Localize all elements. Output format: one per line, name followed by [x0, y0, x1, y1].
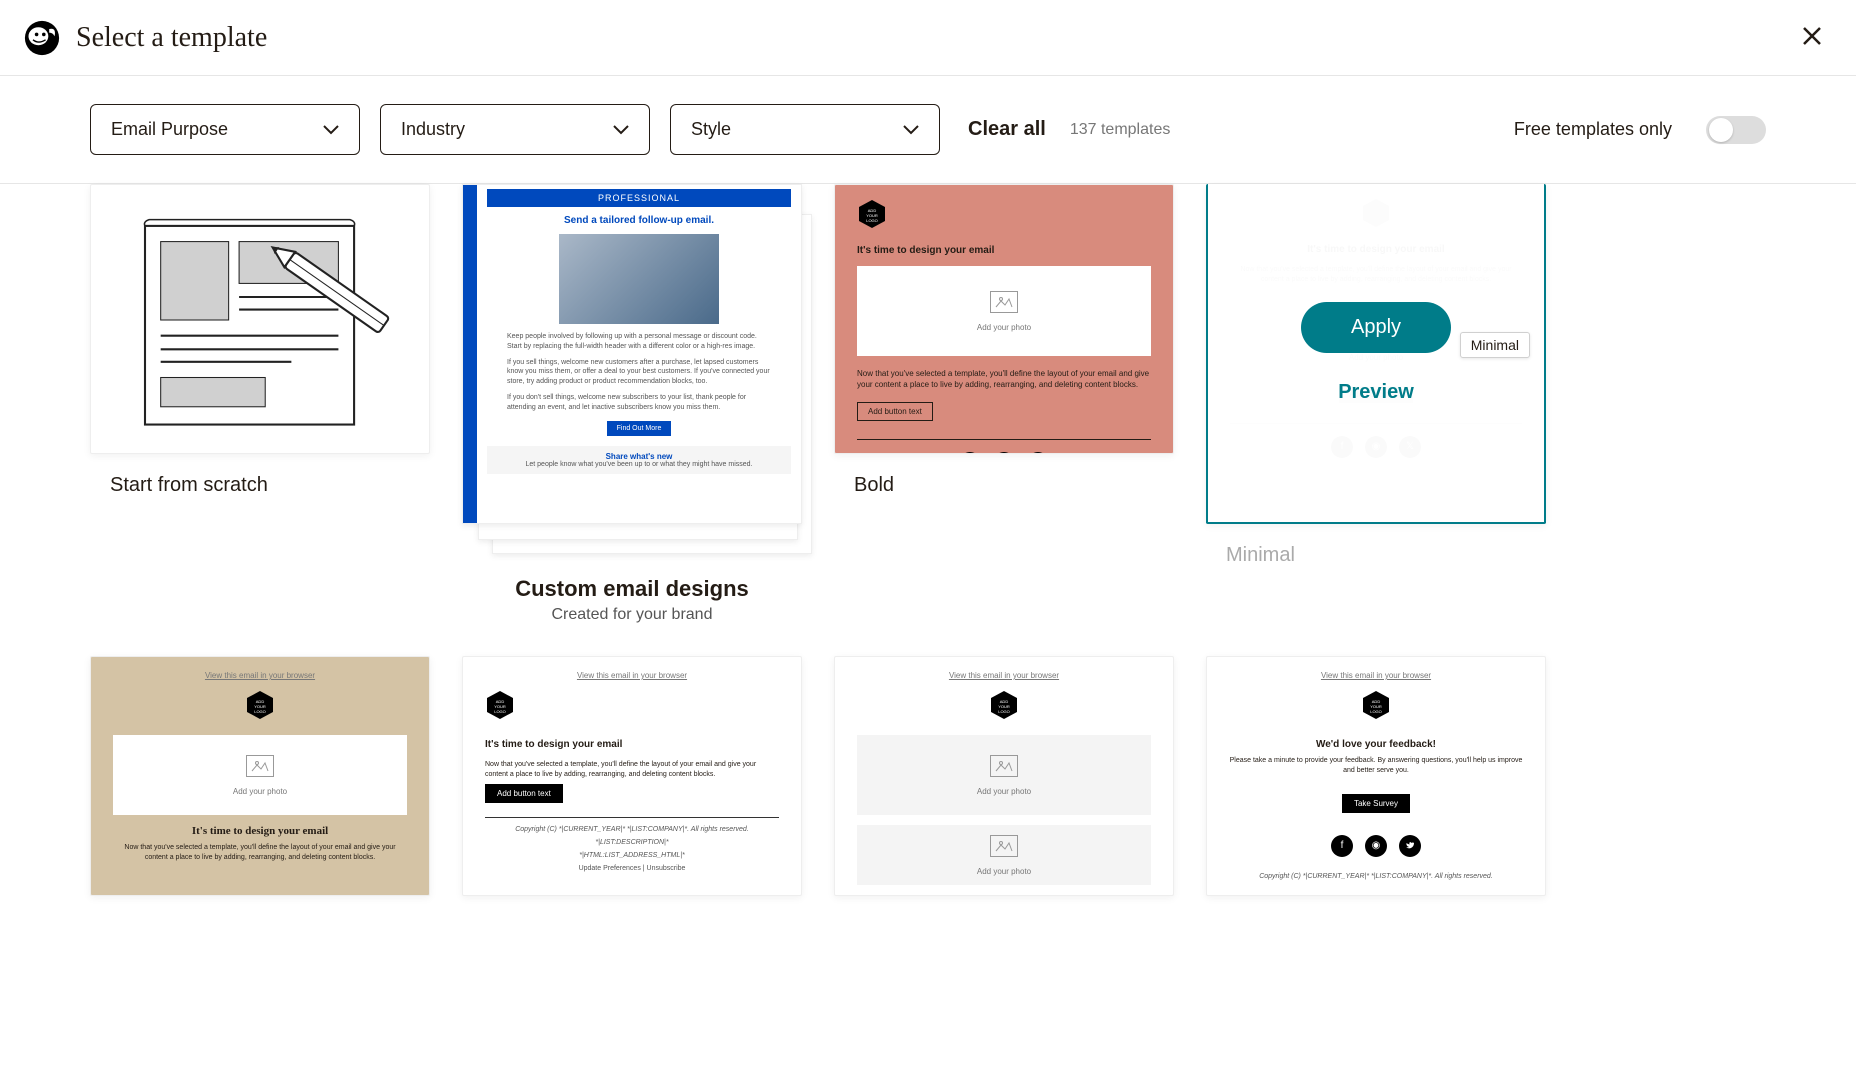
hexagon-logo-icon: ADDYOURLOGO	[857, 199, 887, 229]
instagram-icon: ◉	[1365, 835, 1387, 857]
card-label: Bold	[834, 454, 1174, 521]
view-in-browser-link: View this email in your browser	[857, 671, 1151, 680]
page-title: Select a template	[76, 22, 1792, 54]
template-card-custom[interactable]: PROFESSIONAL Send a tailored follow-up e…	[462, 184, 802, 624]
free-templates-toggle[interactable]	[1706, 116, 1766, 144]
twitter-icon	[1027, 452, 1049, 454]
mailchimp-logo	[24, 20, 60, 56]
template-card-scratch[interactable]: Start from scratch	[90, 184, 430, 624]
filter-bar: Email Purpose Industry Style Clear all 1…	[0, 76, 1856, 184]
image-placeholder-icon	[990, 291, 1018, 313]
hexagon-logo-icon: ADDYOURLOGO	[485, 690, 515, 720]
card-label: Minimal	[1206, 524, 1546, 591]
take-survey-button: Take Survey	[1342, 794, 1410, 813]
preview-image	[559, 234, 719, 324]
add-button-text: Add button text	[485, 784, 563, 803]
toggle-knob	[1709, 118, 1733, 142]
free-templates-label: Free templates only	[1514, 119, 1672, 140]
social-icons: f ◉	[857, 452, 1151, 454]
dropdown-email-purpose[interactable]: Email Purpose	[90, 104, 360, 155]
svg-text:LOGO: LOGO	[866, 218, 878, 223]
instagram-icon: ◉	[993, 452, 1015, 454]
template-card-feedback[interactable]: View this email in your browser ADDYOURL…	[1206, 656, 1546, 896]
hexagon-logo-icon: ADDYOURLOGO	[1361, 690, 1391, 720]
chevron-down-icon	[613, 125, 629, 135]
template-card-simple[interactable]: View this email in your browser ADDYOURL…	[462, 656, 802, 896]
svg-text:LOGO: LOGO	[1370, 709, 1382, 714]
twitter-icon	[1399, 835, 1421, 857]
facebook-icon: f	[959, 452, 981, 454]
find-out-more-button: Find Out More	[607, 421, 672, 436]
professional-banner: PROFESSIONAL	[487, 189, 791, 207]
image-placeholder-icon	[990, 755, 1018, 777]
dropdown-industry[interactable]: Industry	[380, 104, 650, 155]
svg-text:LOGO: LOGO	[998, 709, 1010, 714]
close-button[interactable]	[1792, 16, 1832, 59]
card-label: Start from scratch	[90, 454, 430, 521]
svg-text:LOGO: LOGO	[254, 709, 266, 714]
view-in-browser-link: View this email in your browser	[1229, 671, 1523, 680]
template-count: 137 templates	[1070, 121, 1171, 139]
view-in-browser-link: View this email in your browser	[113, 671, 407, 680]
clear-all-button[interactable]: Clear all	[968, 118, 1046, 141]
apply-button[interactable]: Apply	[1301, 302, 1451, 353]
template-card-bold[interactable]: ADDYOURLOGO It's time to design your ema…	[834, 184, 1174, 624]
hexagon-logo-icon: ADDYOURLOGO	[245, 690, 275, 720]
chevron-down-icon	[903, 125, 919, 135]
share-heading: Share what's new Let people know what yo…	[487, 446, 791, 474]
hexagon-logo-icon: ADDYOURLOGO	[989, 690, 1019, 720]
custom-subtitle: Created for your brand	[462, 606, 802, 624]
preview-link[interactable]: Preview	[1338, 381, 1414, 404]
natural-heading: It's time to design your email	[113, 825, 407, 837]
chevron-down-icon	[323, 125, 339, 135]
template-card-natural[interactable]: View this email in your browser ADDYOURL…	[90, 656, 430, 896]
sketch-illustration	[91, 185, 429, 454]
template-card-twophoto[interactable]: View this email in your browser ADDYOURL…	[834, 656, 1174, 896]
template-grid: Start from scratch PROFESSIONAL Send a t…	[0, 184, 1856, 936]
custom-tagline: Send a tailored follow-up email.	[487, 215, 791, 226]
feedback-heading: We'd love your feedback!	[1229, 739, 1523, 750]
header: Select a template	[0, 0, 1856, 76]
template-card-minimal[interactable]: It's time to design your email Now that …	[1206, 184, 1546, 624]
facebook-icon: f	[1331, 835, 1353, 857]
bold-heading: It's time to design your email	[857, 245, 1151, 256]
dropdown-label: Style	[691, 119, 731, 140]
dropdown-label: Industry	[401, 119, 465, 140]
add-button-text: Add button text	[857, 402, 933, 421]
image-placeholder-icon	[990, 835, 1018, 857]
svg-text:LOGO: LOGO	[494, 709, 506, 714]
dropdown-label: Email Purpose	[111, 119, 228, 140]
custom-title: Custom email designs	[462, 576, 802, 602]
view-in-browser-link: View this email in your browser	[485, 671, 779, 680]
tooltip: Minimal	[1460, 332, 1530, 358]
image-placeholder-icon	[246, 755, 274, 777]
dropdown-style[interactable]: Style	[670, 104, 940, 155]
close-icon	[1800, 24, 1824, 48]
